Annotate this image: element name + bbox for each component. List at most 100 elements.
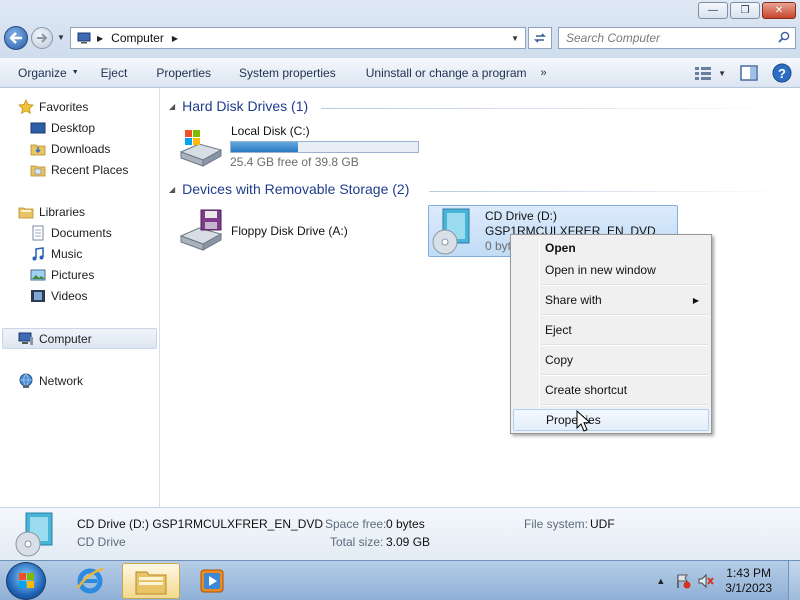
collapse-triangle-icon[interactable]: ◢ (169, 102, 175, 111)
uninstall-program-button[interactable]: Uninstall or change a program (336, 58, 527, 88)
show-hidden-icons-button[interactable]: ▲ (656, 576, 665, 586)
volume-muted-icon[interactable] (697, 573, 715, 589)
sidebar-item-label: Pictures (51, 268, 95, 282)
space-free-value: 0 bytes (386, 517, 425, 531)
clock[interactable]: 1:43 PM 3/1/2023 (725, 566, 772, 596)
menu-separator (542, 344, 709, 346)
change-view-button[interactable]: ▼ (694, 65, 726, 81)
floppy-drive-a-item[interactable]: Floppy Disk Drive (A:) (177, 208, 397, 254)
show-desktop-button[interactable] (788, 561, 800, 600)
music-note-icon (32, 247, 44, 261)
search-box[interactable] (558, 27, 796, 49)
more-commands-button[interactable]: » (541, 67, 547, 79)
organize-menu-button[interactable]: Organize ▼ (0, 58, 79, 88)
refresh-button[interactable] (528, 27, 552, 49)
minimize-button[interactable]: — (698, 2, 728, 19)
windows-explorer-taskbar-button[interactable] (122, 563, 180, 599)
toolbar-right: ▼ ? (694, 63, 792, 83)
properties-label: Properties (156, 65, 212, 80)
menu-item-copy[interactable]: Copy (513, 349, 709, 371)
sidebar-item-favorites[interactable]: Favorites (18, 98, 88, 116)
address-bar[interactable]: ▶ Computer ▶ ▼ (70, 27, 526, 49)
removable-group-header[interactable]: ◢ Devices with Removable Storage (2) (169, 181, 409, 197)
submenu-arrow-icon: ▶ (692, 295, 699, 305)
eject-button[interactable]: Eject (79, 58, 128, 88)
sidebar-item-libraries[interactable]: Libraries (18, 203, 85, 221)
details-subtitle: CD Drive (77, 535, 126, 549)
taskbar: ▲ 1:43 PM 3/1/2023 (0, 560, 800, 600)
breadcrumb-separator-icon[interactable]: ▶ (97, 34, 103, 43)
file-system-label: File system: (524, 517, 589, 531)
windows-logo-icon (19, 573, 34, 588)
menu-item-open[interactable]: Open (513, 237, 709, 259)
sidebar-item-documents[interactable]: Documents (30, 224, 112, 242)
forward-button[interactable] (31, 27, 53, 49)
menu-item-create-shortcut[interactable]: Create shortcut (513, 379, 709, 401)
sidebar-item-network[interactable]: Network (18, 372, 83, 390)
sidebar-item-music[interactable]: Music (30, 245, 82, 263)
sidebar-item-label: Desktop (51, 121, 96, 135)
start-button[interactable] (6, 562, 46, 600)
breadcrumb-chevron-icon[interactable]: ▶ (172, 34, 178, 43)
details-title: CD Drive (D:) GSP1RMCULXFRER_EN_DVD (77, 517, 324, 531)
sidebar-item-computer[interactable]: Computer (18, 330, 92, 348)
sidebar-item-pictures[interactable]: Pictures (30, 266, 94, 284)
view-dropdown-icon[interactable]: ▼ (718, 69, 726, 78)
disk-free-text: 25.4 GB free of 39.8 GB (230, 155, 359, 169)
navigation-pane: Favorites Desktop Downloads Recent Place… (0, 88, 160, 507)
close-button[interactable]: ✕ (762, 2, 796, 19)
menu-item-label: Share with (545, 293, 602, 307)
system-properties-button[interactable]: System properties (211, 58, 336, 88)
address-dropdown-icon[interactable]: ▼ (511, 34, 519, 43)
space-free-label: Space free: (325, 517, 387, 531)
windows-drive-icon (179, 130, 223, 167)
system-tray: ▲ 1:43 PM 3/1/2023 (656, 561, 800, 600)
context-menu: Open Open in new window Share with ▶ Eje… (510, 234, 712, 434)
eject-label: Eject (100, 65, 128, 80)
organize-label: Organize (18, 65, 67, 80)
recent-pages-dropdown[interactable]: ▼ (57, 33, 65, 42)
collapse-triangle-icon[interactable]: ◢ (169, 185, 175, 194)
chevron-down-icon: ▼ (71, 69, 79, 76)
close-icon: ✕ (774, 4, 784, 16)
forward-arrow-icon (37, 33, 48, 43)
computer-icon (18, 332, 33, 345)
sidebar-item-downloads[interactable]: Downloads (30, 140, 110, 158)
sidebar-item-label: Computer (39, 332, 92, 346)
maximize-button[interactable]: ❐ (730, 2, 760, 19)
properties-button[interactable]: Properties (127, 58, 211, 88)
sidebar-item-desktop[interactable]: Desktop (30, 119, 95, 137)
menu-separator (542, 404, 709, 406)
preview-pane-icon[interactable] (740, 65, 758, 81)
breadcrumb-computer[interactable]: Computer (111, 31, 164, 45)
internet-explorer-taskbar-button[interactable] (64, 563, 116, 599)
disk-usage-bar (230, 141, 419, 153)
sidebar-item-label: Network (39, 374, 84, 388)
mouse-cursor-icon (576, 410, 592, 432)
sidebar-item-label: Videos (51, 289, 88, 303)
menu-item-eject[interactable]: Eject (513, 319, 709, 341)
back-button[interactable] (4, 26, 28, 50)
sidebar-item-label: Recent Places (51, 163, 129, 177)
sidebar-item-recent-places[interactable]: Recent Places (30, 161, 128, 179)
clock-time: 1:43 PM (726, 566, 771, 580)
star-icon (18, 99, 34, 114)
documents-icon (32, 225, 44, 241)
search-icon[interactable] (778, 31, 790, 43)
uninstall-label: Uninstall or change a program (365, 65, 527, 80)
window-chrome: — ❐ ✕ ▼ ▶ Computer ▶ ▼ (0, 0, 800, 58)
media-player-taskbar-button[interactable] (186, 563, 238, 599)
command-bar: Organize ▼ Eject Properties System proper… (0, 58, 800, 88)
computer-icon (77, 32, 91, 44)
help-icon[interactable]: ? (772, 63, 792, 83)
cd-drive-name: CD Drive (D:) (485, 209, 557, 223)
sidebar-item-label: Libraries (39, 205, 86, 219)
group-divider (429, 191, 791, 192)
menu-item-share-with[interactable]: Share with ▶ (513, 289, 709, 311)
menu-item-properties[interactable]: Properties (513, 409, 709, 431)
hard-disk-group-header[interactable]: ◢ Hard Disk Drives (1) (169, 98, 308, 114)
action-center-flag-icon[interactable] (675, 573, 691, 589)
sidebar-item-videos[interactable]: Videos (30, 287, 87, 305)
search-input[interactable] (559, 28, 769, 48)
menu-item-open-new-window[interactable]: Open in new window (513, 259, 709, 281)
